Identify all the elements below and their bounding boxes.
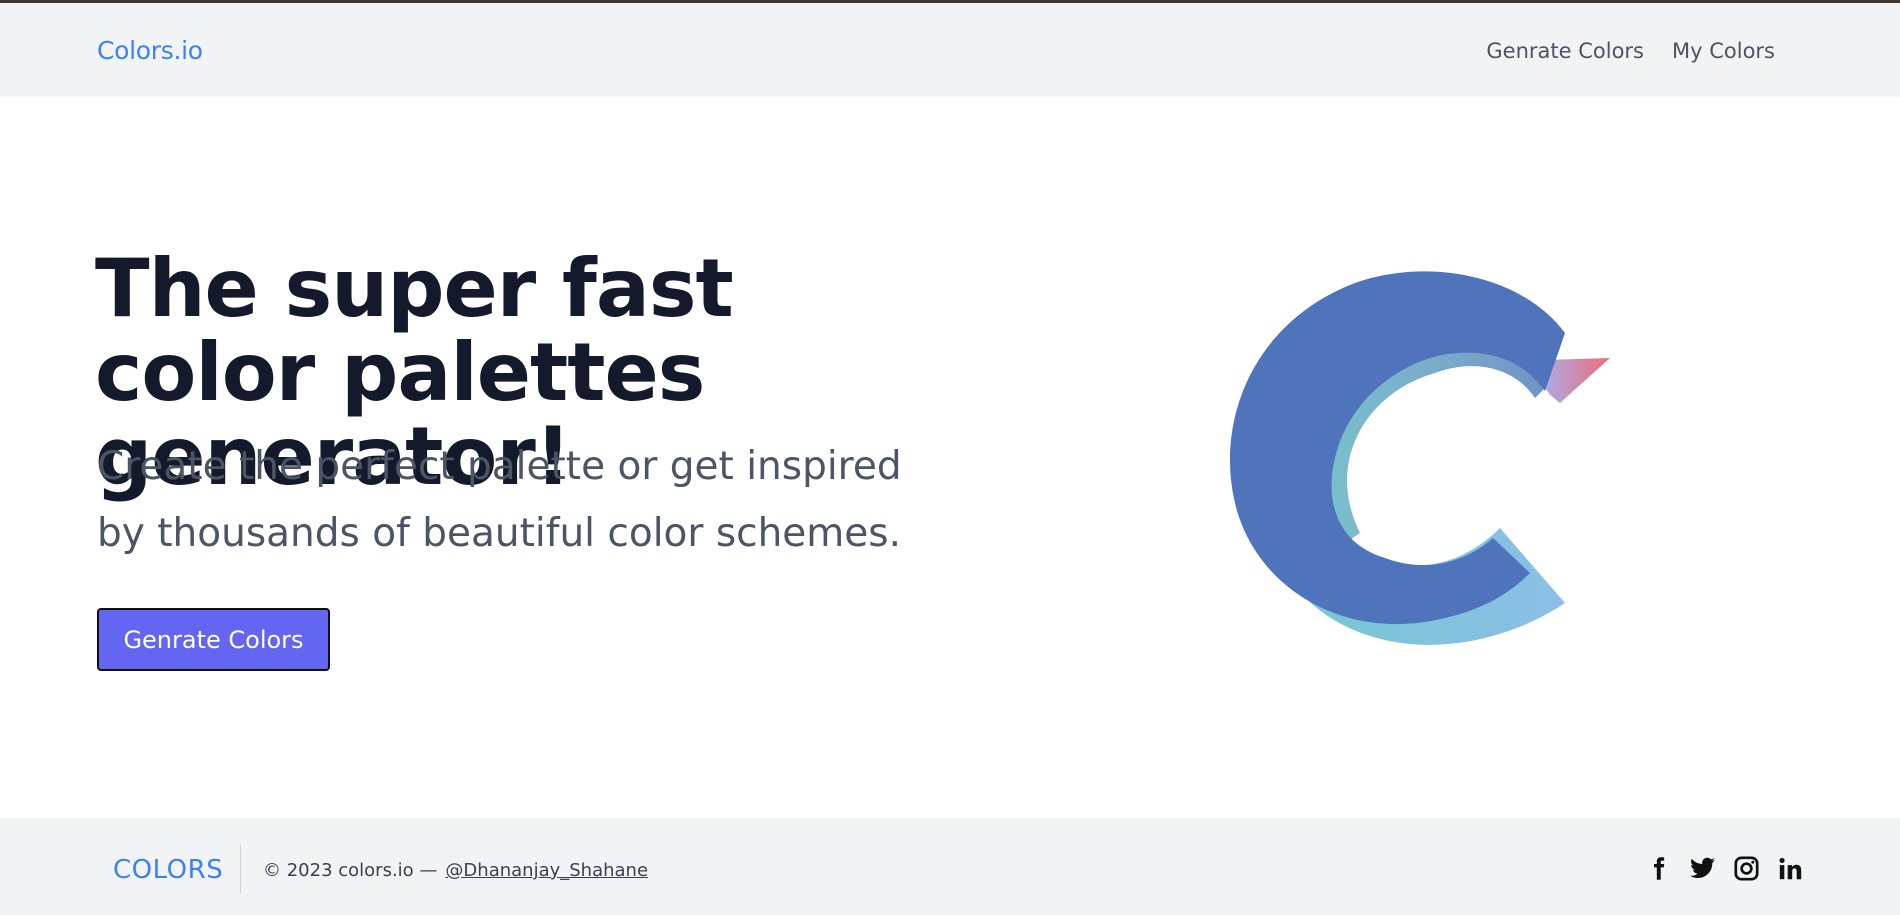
site-footer: COLORS © 2023 colors.io — @Dhananjay_Shah… — [0, 818, 1900, 915]
linkedin-icon[interactable] — [1777, 855, 1804, 882]
brand-logo-link[interactable]: Colors.io — [97, 36, 203, 65]
site-header: Colors.io Genrate Colors My Colors — [0, 3, 1900, 97]
nav-link-my-colors[interactable]: My Colors — [1672, 39, 1775, 63]
facebook-icon[interactable] — [1645, 855, 1672, 882]
hero-subtitle: Create the perfect palette or get inspir… — [97, 444, 902, 556]
generate-colors-button[interactable]: Genrate Colors — [97, 608, 330, 671]
footer-divider — [240, 845, 241, 893]
colors-logo-illustration — [1230, 271, 1610, 645]
copyright-text: © 2023 colors.io — — [263, 860, 438, 881]
hero-section: The super fast color palettes generator!… — [0, 97, 1900, 818]
main-nav: Genrate Colors My Colors — [1486, 39, 1775, 63]
nav-link-generate-colors[interactable]: Genrate Colors — [1486, 39, 1644, 63]
instagram-icon[interactable] — [1733, 855, 1760, 882]
social-links — [1645, 855, 1804, 882]
author-handle-link[interactable]: @Dhananjay_Shahane — [445, 860, 648, 881]
footer-copyright: © 2023 colors.io — @Dhananjay_Shahane — [263, 860, 648, 881]
footer-brand[interactable]: COLORS — [113, 855, 223, 885]
twitter-icon[interactable] — [1689, 855, 1716, 882]
